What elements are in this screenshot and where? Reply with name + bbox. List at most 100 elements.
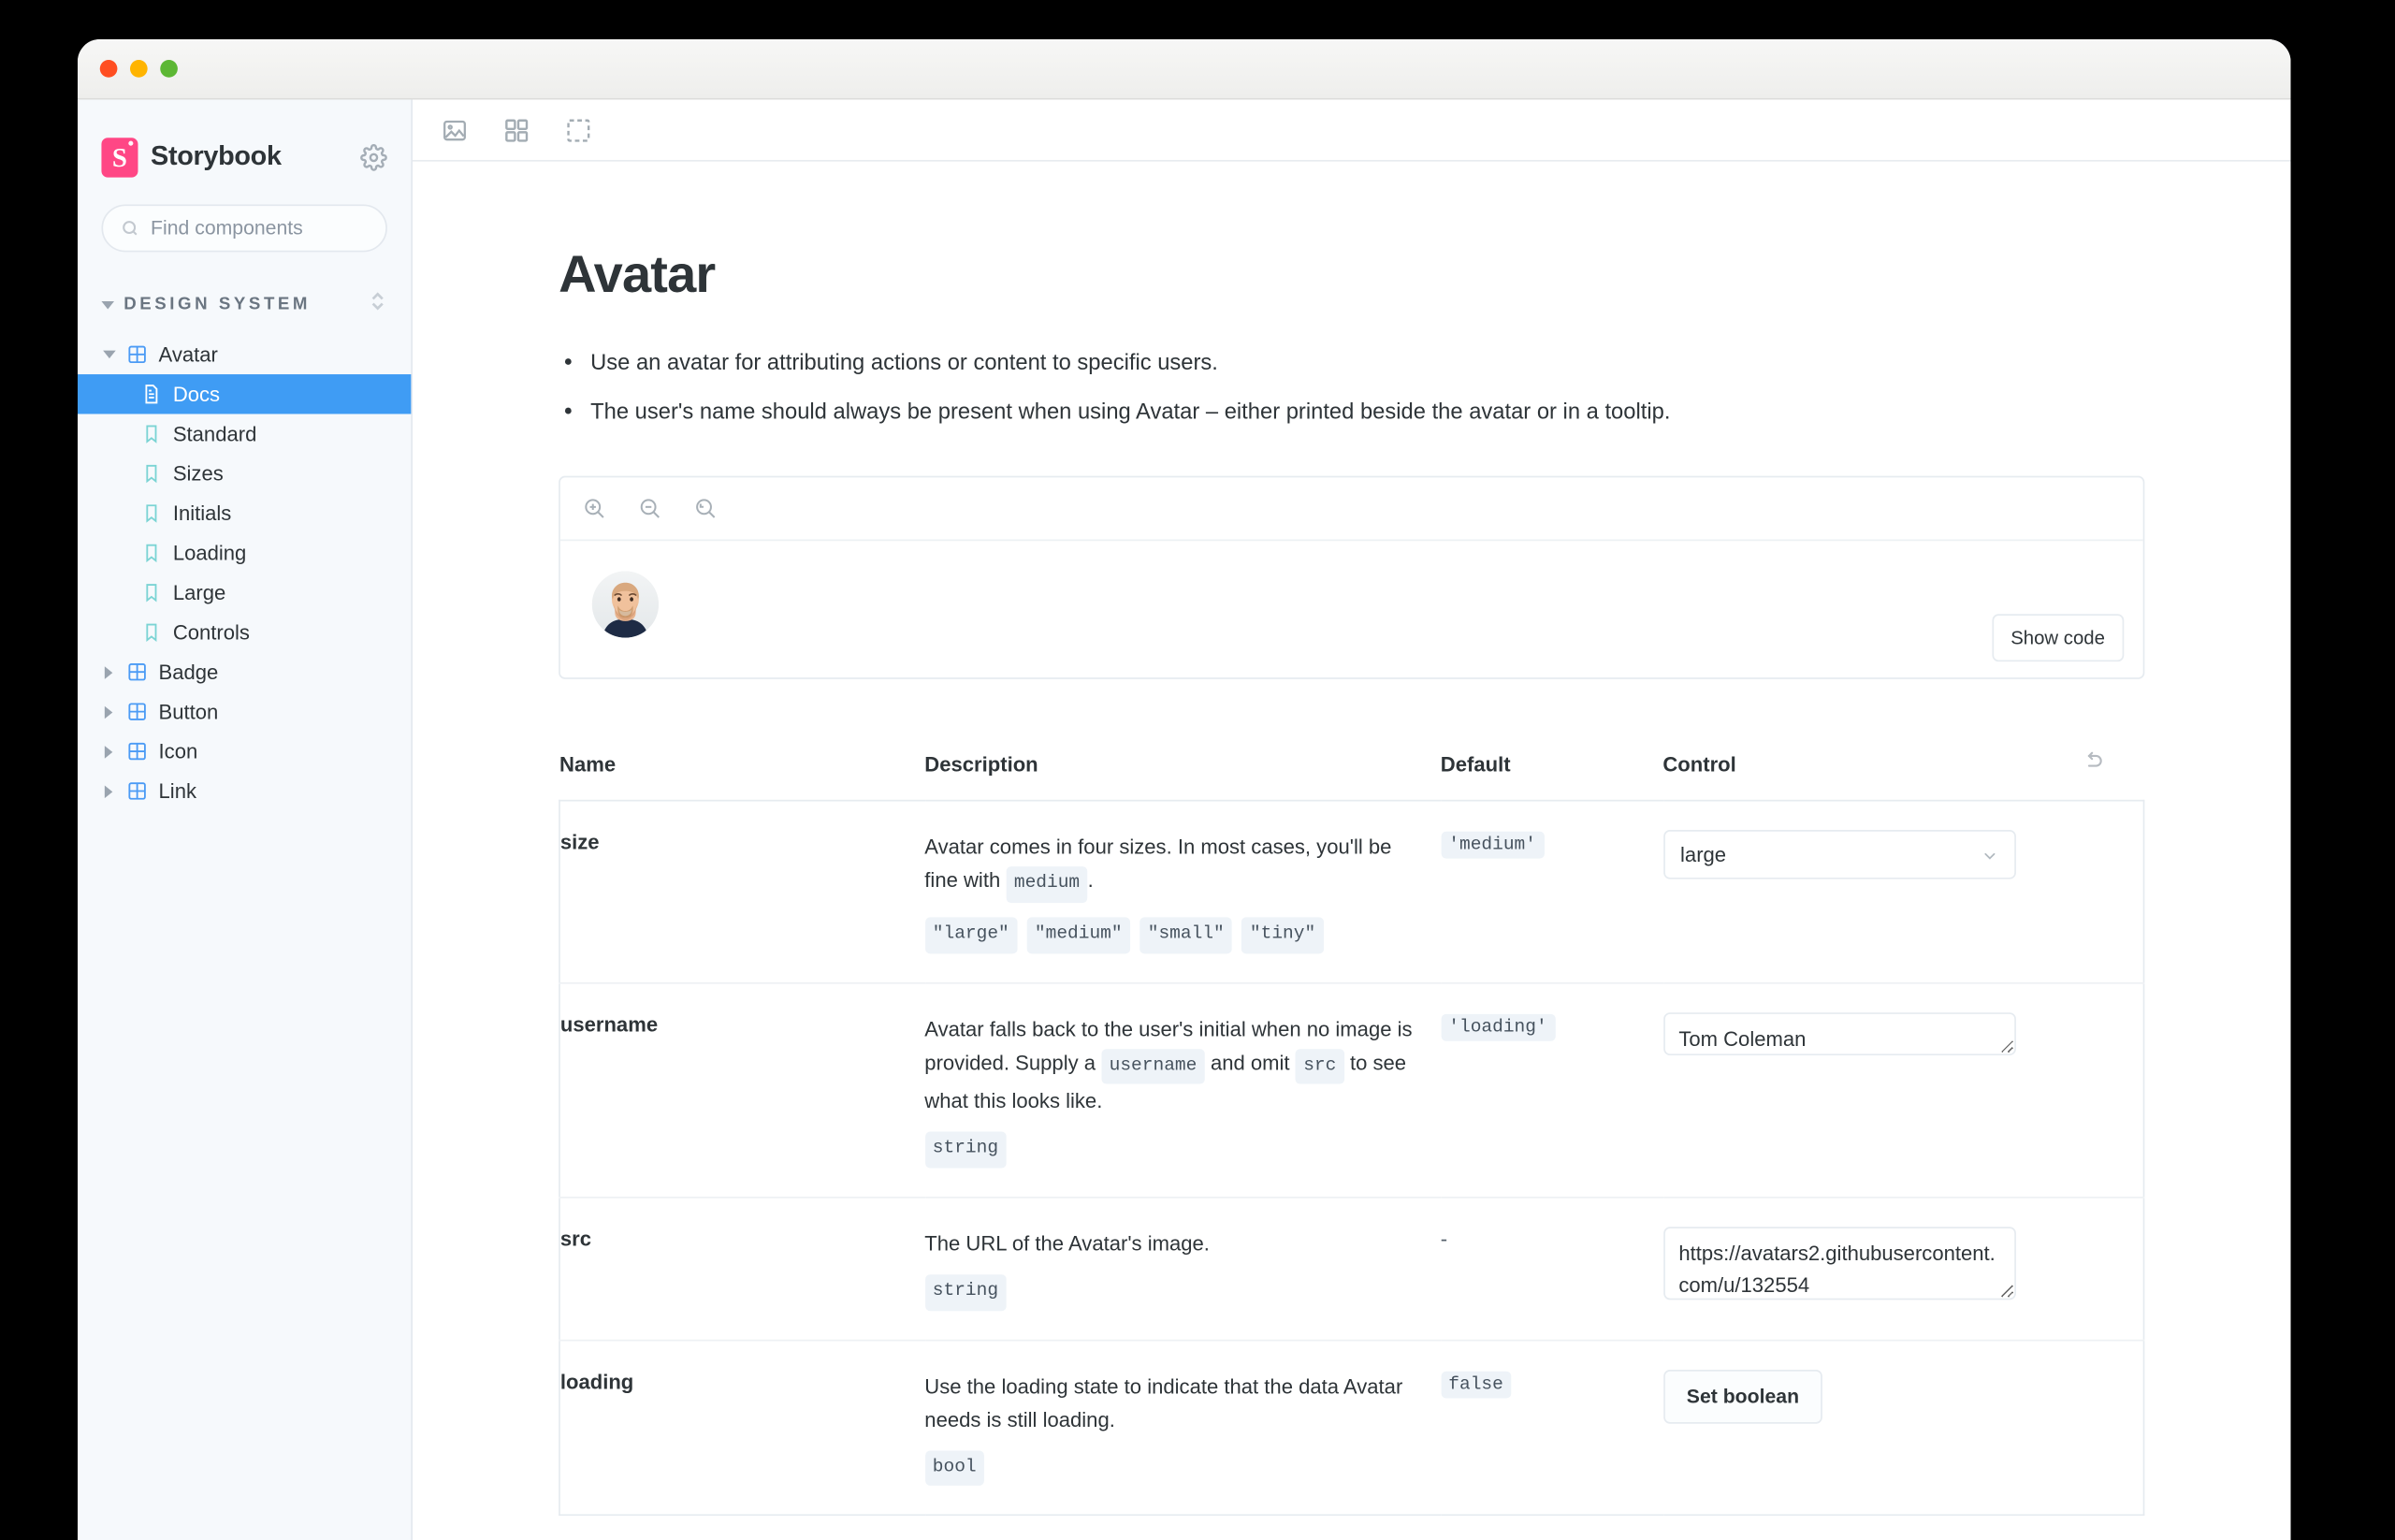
chevron-down-icon — [1981, 847, 1998, 864]
tree-item-controls[interactable]: Controls — [78, 613, 411, 652]
main-panel: Avatar Use an avatar for attributing act… — [413, 99, 2291, 1540]
type-chip: "small" — [1139, 917, 1233, 953]
tree-item-label: Link — [158, 778, 197, 804]
image-icon[interactable] — [442, 116, 469, 143]
arg-description: Use the loading state to indicate that t… — [924, 1340, 1440, 1516]
table-row: src The URL of the Avatar's image. strin… — [559, 1198, 2144, 1341]
tree-item-label: Button — [158, 699, 219, 724]
tree-item-link[interactable]: Link — [78, 771, 411, 810]
zoom-in-icon[interactable] — [583, 497, 606, 520]
grid-icon[interactable] — [503, 116, 530, 143]
preview-canvas: Show code — [560, 542, 2143, 678]
arg-default: - — [1440, 1227, 1448, 1251]
chevron-right-icon — [101, 745, 115, 758]
tree-item-button[interactable]: Button — [78, 691, 411, 731]
arg-description: Avatar comes in four sizes. In most case… — [924, 801, 1440, 982]
gear-icon[interactable] — [360, 143, 387, 170]
zoom-reset-icon[interactable] — [693, 497, 717, 520]
zoom-button[interactable] — [160, 60, 178, 78]
show-code-button[interactable]: Show code — [1991, 614, 2125, 662]
column-header-control: Control — [1662, 751, 1736, 777]
story-icon — [141, 424, 162, 444]
storybook-logo-icon: S — [101, 137, 138, 177]
group-header-design-system[interactable]: DESIGN SYSTEM — [78, 287, 411, 322]
arg-name: size — [559, 830, 600, 855]
tree-item-initials[interactable]: Initials — [78, 493, 411, 532]
window-titlebar — [78, 39, 2291, 100]
type-chips: "large" "medium" "small" "tiny" — [924, 917, 1421, 953]
docs-content: Avatar Use an avatar for attributing act… — [413, 162, 2290, 1517]
default-chip: false — [1440, 1371, 1512, 1399]
brand[interactable]: S Storybook — [101, 137, 282, 177]
desc-text: Avatar comes in four sizes. In most case… — [924, 835, 1392, 893]
column-header-default: Default — [1440, 751, 1511, 777]
tree-item-loading[interactable]: Loading — [78, 533, 411, 573]
search-input[interactable] — [151, 217, 407, 240]
story-icon — [141, 502, 162, 523]
component-icon — [127, 344, 148, 365]
list-item: The user's name should always be present… — [559, 395, 2144, 429]
arg-control — [1662, 1198, 2143, 1340]
desc-text: Use the loading state to indicate that t… — [924, 1373, 1403, 1431]
browser-window: S Storybook Find components DESIGN SYSTE… — [78, 39, 2291, 1540]
component-icon — [127, 741, 148, 762]
tree-item-label: Sizes — [172, 461, 224, 486]
arg-control: Set boolean — [1662, 1340, 2143, 1516]
column-header-name: Name — [559, 751, 617, 777]
inline-code: medium — [1006, 866, 1088, 904]
username-textarea[interactable] — [1662, 1011, 2016, 1055]
zoom-out-icon[interactable] — [638, 497, 661, 520]
tree-item-icon[interactable]: Icon — [78, 732, 411, 771]
tree-item-label: Avatar — [158, 342, 218, 367]
measure-icon[interactable] — [565, 116, 592, 143]
arg-default: false — [1440, 1340, 1663, 1516]
tree-item-label: Controls — [172, 620, 250, 645]
chevron-right-icon — [101, 705, 115, 719]
arg-description: The URL of the Avatar's image. string — [924, 1198, 1440, 1340]
set-boolean-button[interactable]: Set boolean — [1662, 1369, 1823, 1424]
default-chip: 'loading' — [1440, 1013, 1556, 1041]
arg-description: Avatar falls back to the user's initial … — [924, 982, 1440, 1198]
search-box[interactable]: / — [101, 204, 445, 253]
preview-toolbar — [559, 478, 2143, 542]
chevron-down-icon — [101, 300, 115, 309]
avatar-image — [591, 572, 660, 639]
story-icon — [141, 582, 162, 603]
tree-item-sizes[interactable]: Sizes — [78, 454, 411, 493]
size-select[interactable]: large — [1662, 830, 2016, 880]
minimize-button[interactable] — [129, 60, 148, 78]
tree-item-standard[interactable]: Standard — [78, 414, 411, 453]
tree-item-docs[interactable]: Docs — [78, 374, 412, 414]
type-chip: "tiny" — [1241, 917, 1324, 953]
story-icon — [141, 463, 162, 484]
desc-text: The URL of the Avatar's image. — [924, 1231, 1210, 1256]
description-list: Use an avatar for attributing actions or… — [559, 346, 2144, 429]
src-textarea[interactable] — [1662, 1227, 2016, 1300]
arg-name: loading — [559, 1369, 634, 1393]
story-preview: Show code — [559, 476, 2145, 680]
chevron-up-down-icon[interactable] — [369, 289, 387, 319]
arg-name: src — [559, 1227, 592, 1251]
arg-control — [1662, 982, 2143, 1198]
tree-item-label: Standard — [172, 421, 257, 446]
tree-item-label: Icon — [158, 739, 198, 763]
chevron-down-icon — [101, 350, 115, 359]
canvas-toolbar — [413, 99, 2291, 162]
tree-item-label: Badge — [158, 660, 219, 684]
component-icon — [127, 780, 148, 801]
table-row: loading Use the loading state to indicat… — [559, 1340, 2144, 1516]
tree-item-large[interactable]: Large — [78, 573, 411, 612]
tree-item-avatar[interactable]: Avatar — [78, 335, 411, 374]
desktop-background: S Storybook Find components DESIGN SYSTE… — [0, 0, 2395, 1540]
chevron-right-icon — [101, 784, 115, 798]
close-button[interactable] — [99, 60, 118, 78]
desc-text: . — [1087, 868, 1094, 893]
table-row: username Avatar falls back to the user's… — [559, 982, 2144, 1198]
column-header-description: Description — [924, 751, 1038, 777]
reset-icon[interactable] — [2081, 749, 2104, 773]
tree-item-badge[interactable]: Badge — [78, 652, 411, 691]
inline-code: username — [1101, 1048, 1205, 1085]
type-chips: string — [924, 1132, 1421, 1169]
sidebar: S Storybook Find components DESIGN SYSTE… — [78, 99, 445, 1540]
brand-name: Storybook — [151, 140, 282, 171]
